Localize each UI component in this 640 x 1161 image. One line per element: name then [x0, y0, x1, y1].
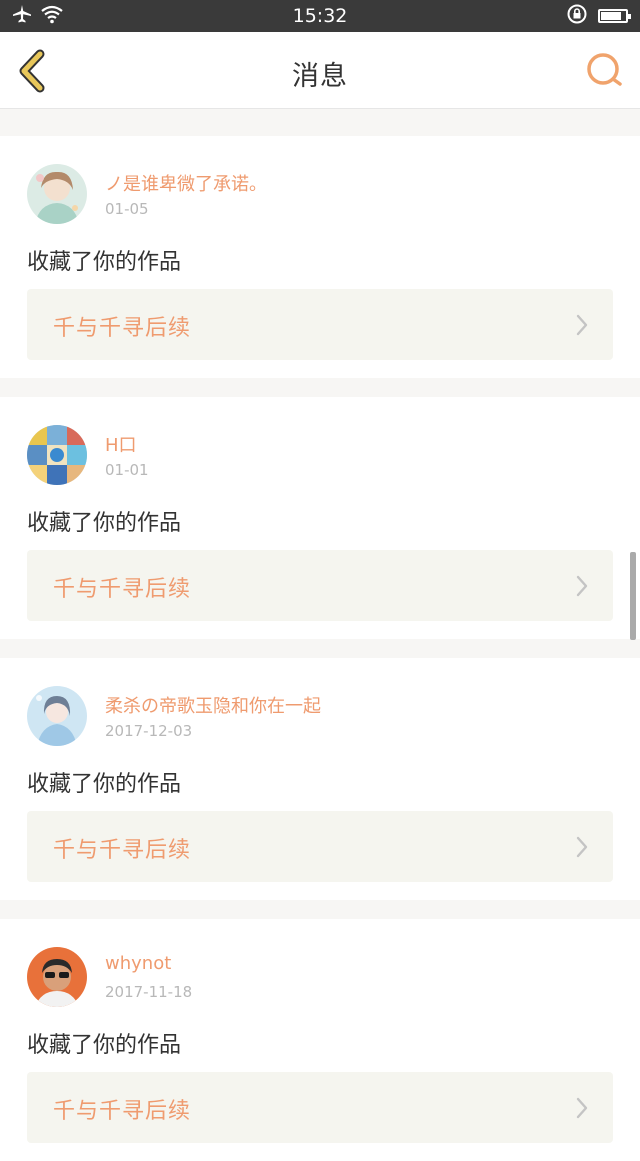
message-date: 2017-12-03 — [105, 722, 193, 740]
action-text: 收藏了你的作品 — [27, 511, 182, 536]
message-card: H口 01-01 收藏了你的作品 千与千寻后续 — [0, 397, 640, 639]
status-right-icons — [566, 3, 631, 29]
avatar[interactable] — [27, 686, 87, 746]
rotation-lock-icon — [566, 3, 588, 29]
username[interactable]: 柔杀の帝歌玉隐和你在一起 — [105, 692, 321, 718]
work-link[interactable]: 千与千寻后续 — [27, 811, 613, 882]
chevron-right-icon — [576, 314, 588, 336]
work-title: 千与千寻后续 — [53, 316, 192, 341]
action-text: 收藏了你的作品 — [27, 250, 182, 275]
status-bar: 15:32 — [0, 0, 640, 32]
avatar[interactable] — [27, 164, 87, 224]
work-title: 千与千寻后续 — [53, 1099, 192, 1124]
nav-bar: 消息 — [0, 32, 640, 109]
username[interactable]: ノ是谁卑微了承诺。 — [105, 170, 267, 196]
work-link[interactable]: 千与千寻后续 — [27, 289, 613, 360]
battery-fill — [601, 12, 621, 20]
battery-icon — [598, 9, 631, 23]
avatar[interactable] — [27, 947, 87, 1007]
chevron-right-icon — [576, 1097, 588, 1119]
chevron-right-icon — [576, 836, 588, 858]
search-button[interactable] — [584, 50, 626, 92]
work-link[interactable]: 千与千寻后续 — [27, 1072, 613, 1143]
action-text: 收藏了你的作品 — [27, 772, 182, 797]
message-card: 柔杀の帝歌玉隐和你在一起 2017-12-03 收藏了你的作品 千与千寻后续 — [0, 658, 640, 900]
chevron-right-icon — [576, 575, 588, 597]
work-title: 千与千寻后续 — [53, 838, 192, 863]
work-title: 千与千寻后续 — [53, 577, 192, 602]
status-time: 15:32 — [292, 5, 348, 27]
search-icon — [587, 53, 622, 86]
message-date: 01-05 — [105, 200, 149, 218]
username[interactable]: H口 — [105, 431, 137, 457]
message-card: ノ是谁卑微了承诺。 01-05 收藏了你的作品 千与千寻后续 — [0, 136, 640, 378]
message-card: whynot 2017-11-18 收藏了你的作品 千与千寻后续 — [0, 919, 640, 1161]
work-link[interactable]: 千与千寻后续 — [27, 550, 613, 621]
message-date: 2017-11-18 — [105, 983, 193, 1001]
username[interactable]: whynot — [105, 953, 171, 974]
scrollbar[interactable] — [630, 552, 636, 640]
page-title: 消息 — [292, 61, 348, 92]
battery-tip — [628, 14, 631, 19]
message-date: 01-01 — [105, 461, 149, 479]
action-text: 收藏了你的作品 — [27, 1033, 182, 1058]
avatar[interactable] — [27, 425, 87, 485]
